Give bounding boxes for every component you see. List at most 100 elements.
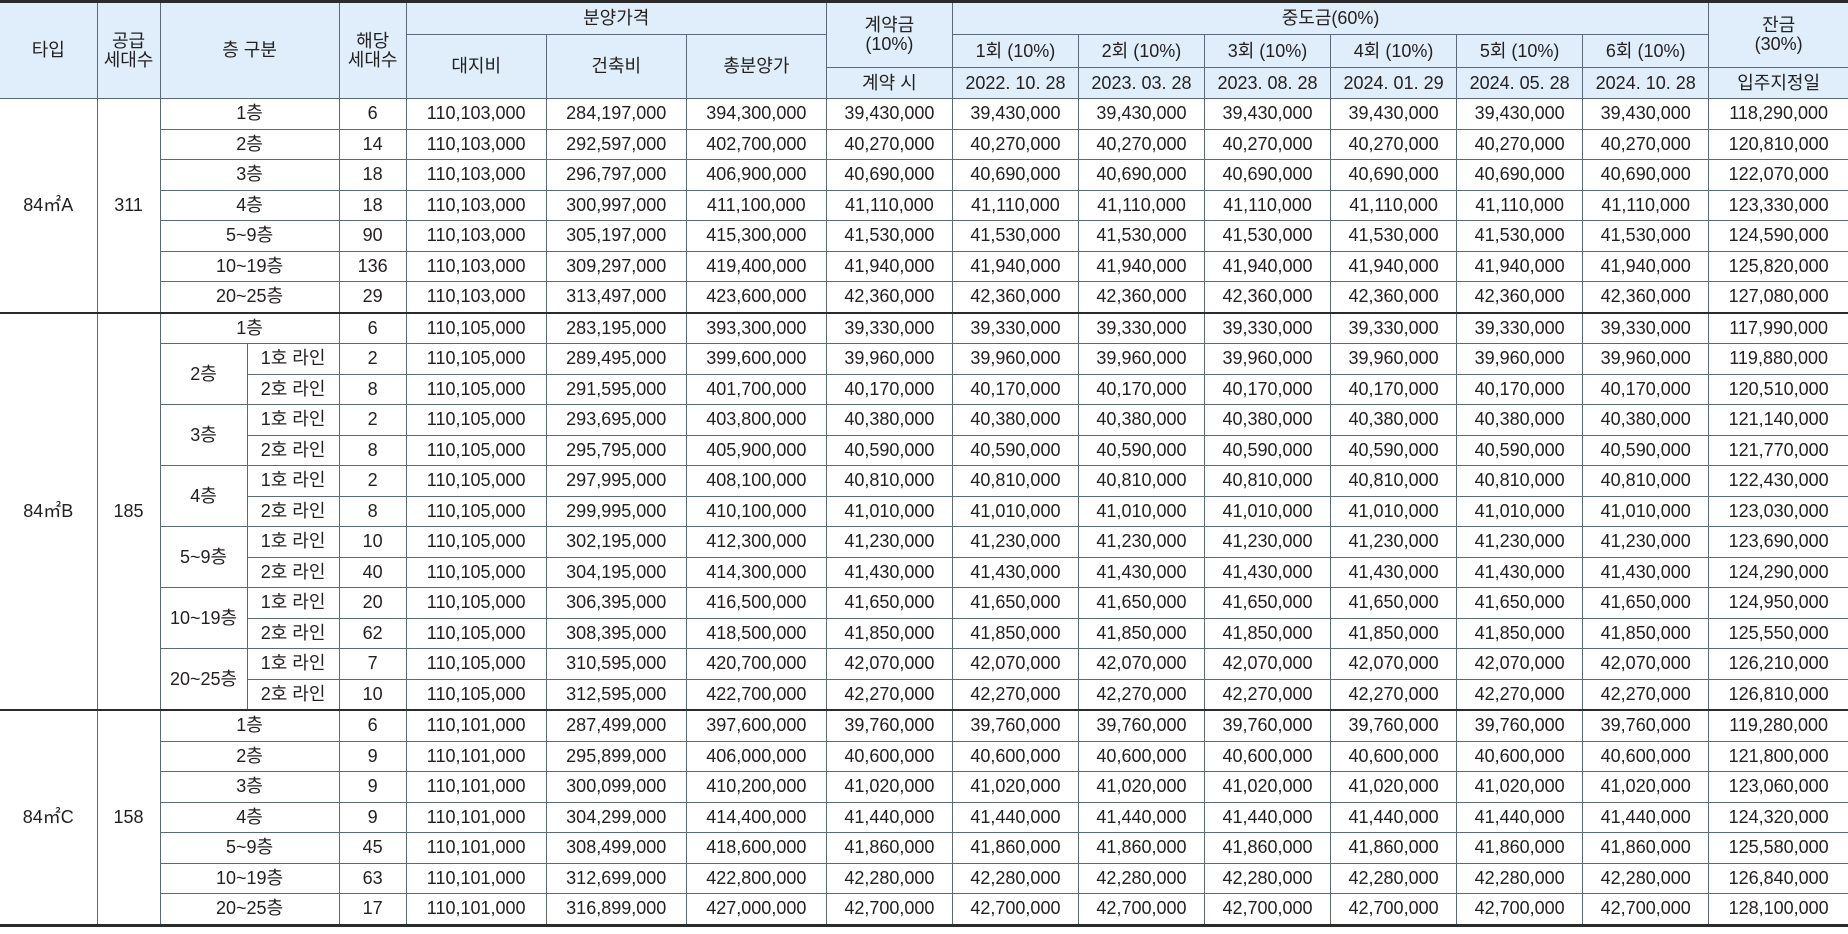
middle-payment-5-cell: 40,170,000 [1456, 373, 1584, 405]
middle-payment-1-cell: 41,940,000 [951, 250, 1079, 282]
building-price-cell: 283,195,000 [545, 311, 687, 344]
middle-payment-3-cell: 39,430,000 [1203, 98, 1332, 130]
deposit-cell: 40,590,000 [825, 434, 953, 466]
deposit-cell: 39,760,000 [825, 709, 953, 742]
middle-payment-3-cell: 40,170,000 [1203, 373, 1332, 405]
middle-payment-6-cell: 41,110,000 [1582, 189, 1710, 221]
middle-payment-2-cell: 40,270,000 [1077, 128, 1206, 160]
middle-payment-6-cell: 41,850,000 [1582, 617, 1710, 649]
units-cell: 9 [338, 801, 407, 833]
units-cell: 18 [338, 159, 407, 191]
middle-payment-4-cell: 42,360,000 [1330, 281, 1458, 313]
deposit-cell: 41,230,000 [825, 526, 953, 558]
floor-cell: 2층 [159, 343, 248, 405]
middle-payment-2-cell: 40,600,000 [1077, 740, 1206, 772]
building-price-cell: 312,595,000 [545, 678, 687, 711]
middle-payment-2-cell: 40,690,000 [1077, 159, 1206, 191]
floor-cell: 5~9층 [159, 832, 340, 864]
header-deposit-line2: (10%) [865, 34, 914, 54]
middle-payment-4-cell: 39,430,000 [1330, 98, 1458, 130]
floor-cell: 5~9층 [159, 526, 248, 588]
middle-payment-5-cell: 41,110,000 [1456, 189, 1584, 221]
building-price-cell: 293,695,000 [545, 404, 687, 436]
units-cell: 2 [338, 465, 407, 497]
table-row: 84㎡B 185 1층 6 110,105,000 283,195,000 393,300,… [0, 311, 1848, 711]
floor-cell: 10~19층 [159, 862, 340, 894]
floor-cell: 4층 [159, 465, 248, 527]
middle-payment-5-cell: 39,330,000 [1456, 311, 1584, 344]
balance-cell: 122,070,000 [1708, 159, 1848, 191]
deposit-cell: 41,860,000 [825, 832, 953, 864]
table-row: 5~9층 90 110,103,000 305,197,000 415,300,000 4… [0, 220, 1848, 252]
units-cell: 9 [338, 740, 407, 772]
middle-payment-4-cell: 41,860,000 [1330, 832, 1458, 864]
building-price-cell: 309,297,000 [545, 250, 687, 282]
middle-payment-5-cell: 41,860,000 [1456, 832, 1584, 864]
middle-payment-2-cell: 39,430,000 [1077, 98, 1206, 130]
deposit-cell: 42,700,000 [825, 893, 953, 926]
total-price-cell: 420,700,000 [685, 648, 827, 680]
building-price-cell: 302,195,000 [545, 526, 687, 558]
middle-payment-2-cell: 42,070,000 [1077, 648, 1206, 680]
balance-cell: 128,100,000 [1708, 893, 1848, 926]
middle-payment-3-cell: 40,600,000 [1203, 740, 1332, 772]
middle-payment-1-cell: 40,690,000 [951, 159, 1079, 191]
header-deposit-line1: 계약금 [864, 15, 915, 36]
total-price-cell: 418,500,000 [685, 617, 827, 649]
middle-payment-3-cell: 41,020,000 [1203, 771, 1332, 803]
middle-payment-4-cell: 42,700,000 [1330, 893, 1458, 926]
header-middle-1-date: 2022. 10. 28 [951, 67, 1079, 99]
table-row: 10~19층 63 110,101,000 312,699,000 422,800,00… [0, 862, 1848, 894]
header-land: 대지비 [405, 34, 547, 99]
middle-payment-5-cell: 41,650,000 [1456, 587, 1584, 619]
balance-cell: 121,770,000 [1708, 434, 1848, 466]
land-price-cell: 110,105,000 [405, 311, 547, 344]
middle-payment-2-cell: 40,810,000 [1077, 465, 1206, 497]
deposit-cell: 40,810,000 [825, 465, 953, 497]
middle-payment-4-cell: 42,070,000 [1330, 648, 1458, 680]
balance-cell: 120,510,000 [1708, 373, 1848, 405]
floor-cell: 5~9층 [159, 220, 340, 252]
middle-payment-3-cell: 42,070,000 [1203, 648, 1332, 680]
total-price-cell: 402,700,000 [685, 128, 827, 160]
header-middle-2-date: 2023. 03. 28 [1077, 67, 1206, 99]
middle-payment-2-cell: 42,700,000 [1077, 893, 1206, 926]
table-row: 2층 9 110,101,000 295,899,000 406,000,000 40,6… [0, 740, 1848, 772]
header-middle-6: 6회 (10%) [1582, 34, 1710, 68]
total-price-cell: 401,700,000 [685, 373, 827, 405]
middle-payment-6-cell: 41,860,000 [1582, 832, 1710, 864]
floor-cell: 20~25층 [159, 648, 248, 711]
balance-cell: 124,590,000 [1708, 220, 1848, 252]
middle-payment-5-cell: 42,280,000 [1456, 862, 1584, 894]
header-middle-3-date: 2023. 08. 28 [1203, 67, 1332, 99]
table-header: 타입 공급 세대수 층 구분 해당 세대수 분양가격 계약금 (10%) 중도금… [0, 1, 1848, 99]
total-price-cell: 412,300,000 [685, 526, 827, 558]
middle-payment-5-cell: 40,690,000 [1456, 159, 1584, 191]
middle-payment-6-cell: 42,070,000 [1582, 648, 1710, 680]
middle-payment-1-cell: 40,380,000 [951, 404, 1079, 436]
total-price-cell: 422,700,000 [685, 678, 827, 711]
line-cell: 1호 라인 [246, 465, 340, 497]
middle-payment-6-cell: 40,270,000 [1582, 128, 1710, 160]
middle-payment-4-cell: 42,270,000 [1330, 678, 1458, 711]
building-price-cell: 316,899,000 [545, 893, 687, 926]
middle-payment-2-cell: 41,020,000 [1077, 771, 1206, 803]
floor-cell: 1층 [159, 311, 340, 344]
table-row: 2호 라인 8 110,105,000 291,595,000 401,700,000 4… [0, 373, 1848, 405]
middle-payment-4-cell: 39,960,000 [1330, 343, 1458, 375]
middle-payment-5-cell: 41,940,000 [1456, 250, 1584, 282]
middle-payment-6-cell: 41,430,000 [1582, 556, 1710, 588]
land-price-cell: 110,101,000 [405, 832, 547, 864]
middle-payment-1-cell: 41,440,000 [951, 801, 1079, 833]
land-price-cell: 110,105,000 [405, 526, 547, 558]
middle-payment-4-cell: 41,530,000 [1330, 220, 1458, 252]
middle-payment-2-cell: 41,650,000 [1077, 587, 1206, 619]
middle-payment-6-cell: 39,430,000 [1582, 98, 1710, 130]
table-row: 10~19층 1호 라인 20 110,105,000 306,395,000 416,5… [0, 587, 1848, 649]
total-price-cell: 406,000,000 [685, 740, 827, 772]
middle-payment-4-cell: 41,850,000 [1330, 617, 1458, 649]
units-cell: 2 [338, 343, 407, 375]
type-cell: 84㎡C [0, 709, 98, 926]
header-middle-5: 5회 (10%) [1456, 34, 1584, 68]
deposit-cell: 39,430,000 [825, 98, 953, 130]
